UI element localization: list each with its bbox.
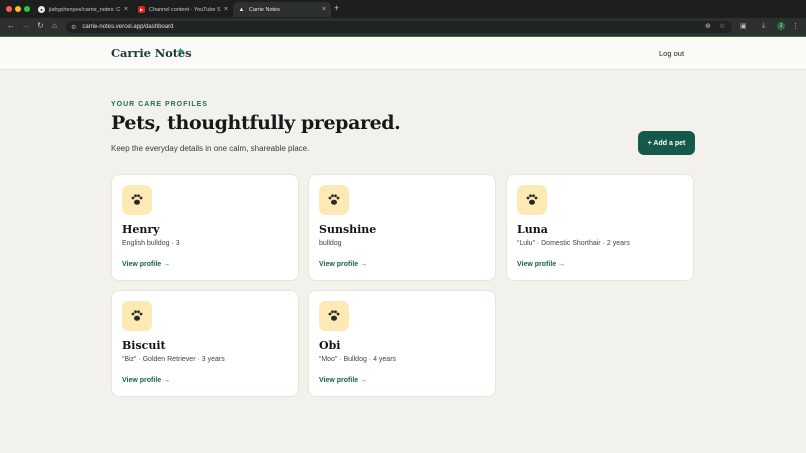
- pet-details: English bulldog · 3: [122, 240, 180, 247]
- forward-icon[interactable]: →: [22, 21, 30, 30]
- profile-avatar[interactable]: J: [777, 22, 785, 30]
- paw-icon: [319, 185, 349, 215]
- pet-details: “Biz” · Golden Retriever · 3 years: [122, 356, 225, 363]
- paw-icon: [122, 301, 152, 331]
- vercel-icon: ▲: [238, 6, 245, 13]
- pet-card-luna: Luna “Lulu” · Domestic Shorthair · 2 yea…: [506, 174, 694, 281]
- paw-icon: [319, 301, 349, 331]
- browser-tab-carrie-notes[interactable]: ▲ Carrie Notes ×: [233, 2, 331, 17]
- view-profile-link[interactable]: View profile →: [517, 261, 565, 268]
- view-profile-link[interactable]: View profile →: [122, 261, 170, 268]
- section-eyebrow: YOUR CARE PROFILES: [111, 101, 208, 108]
- bookmark-star-icon[interactable]: ☆: [719, 22, 725, 30]
- logout-button[interactable]: Log out: [659, 49, 684, 58]
- view-profile-link[interactable]: View profile →: [122, 377, 170, 384]
- menu-icon[interactable]: ⋮: [792, 22, 799, 30]
- home-icon[interactable]: ⌂: [52, 21, 57, 30]
- browser-tab-github[interactable]: ● jiahyphenyee/carrie_notes: C ×: [33, 2, 133, 17]
- tab-title: Channel content - YouTube S: [149, 6, 220, 13]
- new-tab-icon[interactable]: +: [334, 3, 339, 13]
- downloads-icon[interactable]: ⤓: [762, 22, 765, 30]
- view-profile-link[interactable]: View profile →: [319, 261, 367, 268]
- pet-name: Obi: [319, 339, 341, 352]
- app-header: Carrie Notes ✦ Log out: [0, 37, 806, 70]
- back-icon[interactable]: ←: [7, 21, 15, 30]
- browser-tab-youtube[interactable]: ▶ Channel content - YouTube S ×: [133, 2, 233, 17]
- tab-title: Carrie Notes: [249, 6, 280, 13]
- pet-card-henry: Henry English bulldog · 3 View profile →: [111, 174, 299, 281]
- extensions-icon[interactable]: ▣: [740, 22, 747, 30]
- minimize-window-button[interactable]: [15, 6, 21, 12]
- close-window-button[interactable]: [6, 6, 12, 12]
- close-tab-icon[interactable]: ×: [124, 6, 128, 13]
- pet-details: “Lulu” · Domestic Shorthair · 2 years: [517, 240, 630, 247]
- reload-icon[interactable]: ↻: [37, 21, 44, 30]
- pet-name: Biscuit: [122, 339, 166, 352]
- pet-card-obi: Obi “Moo” · Bulldog · 4 years View profi…: [308, 290, 496, 397]
- site-info-icon[interactable]: ⚙: [71, 24, 76, 31]
- page-subtitle: Keep the everyday details in one calm, s…: [111, 144, 310, 153]
- pet-name: Luna: [517, 223, 548, 236]
- zoom-window-button[interactable]: [24, 6, 30, 12]
- page-title: Pets, thoughtfully prepared.: [111, 112, 401, 134]
- browser-tab-bar: ● jiahyphenyee/carrie_notes: C × ▶ Chann…: [0, 0, 806, 18]
- close-tab-icon[interactable]: ×: [322, 6, 326, 13]
- browser-toolbar: ← → ↻ ⌂ ⚙ carrie-notes.vercel.app/dashbo…: [0, 18, 806, 36]
- close-tab-icon[interactable]: ×: [224, 6, 228, 13]
- url-text: carrie-notes.vercel.app/dashboard: [82, 24, 174, 30]
- address-bar[interactable]: ⚙ carrie-notes.vercel.app/dashboard: [66, 21, 732, 33]
- sparkle-icon: ✦: [176, 46, 186, 58]
- pet-name: Sunshine: [319, 223, 377, 236]
- pet-card-sunshine: Sunshine bulldog View profile →: [308, 174, 496, 281]
- github-icon: ●: [38, 6, 45, 13]
- tab-title: jiahyphenyee/carrie_notes: C: [49, 6, 120, 13]
- youtube-icon: ▶: [138, 6, 145, 13]
- view-profile-link[interactable]: View profile →: [319, 377, 367, 384]
- pet-details: “Moo” · Bulldog · 4 years: [319, 356, 397, 363]
- add-pet-button[interactable]: + Add a pet: [638, 131, 695, 155]
- pet-details: bulldog: [319, 240, 342, 247]
- pet-card-biscuit: Biscuit “Biz” · Golden Retriever · 3 yea…: [111, 290, 299, 397]
- paw-icon: [517, 185, 547, 215]
- paw-icon: [122, 185, 152, 215]
- pet-name: Henry: [122, 223, 160, 236]
- zoom-icon[interactable]: ⊕: [705, 22, 711, 30]
